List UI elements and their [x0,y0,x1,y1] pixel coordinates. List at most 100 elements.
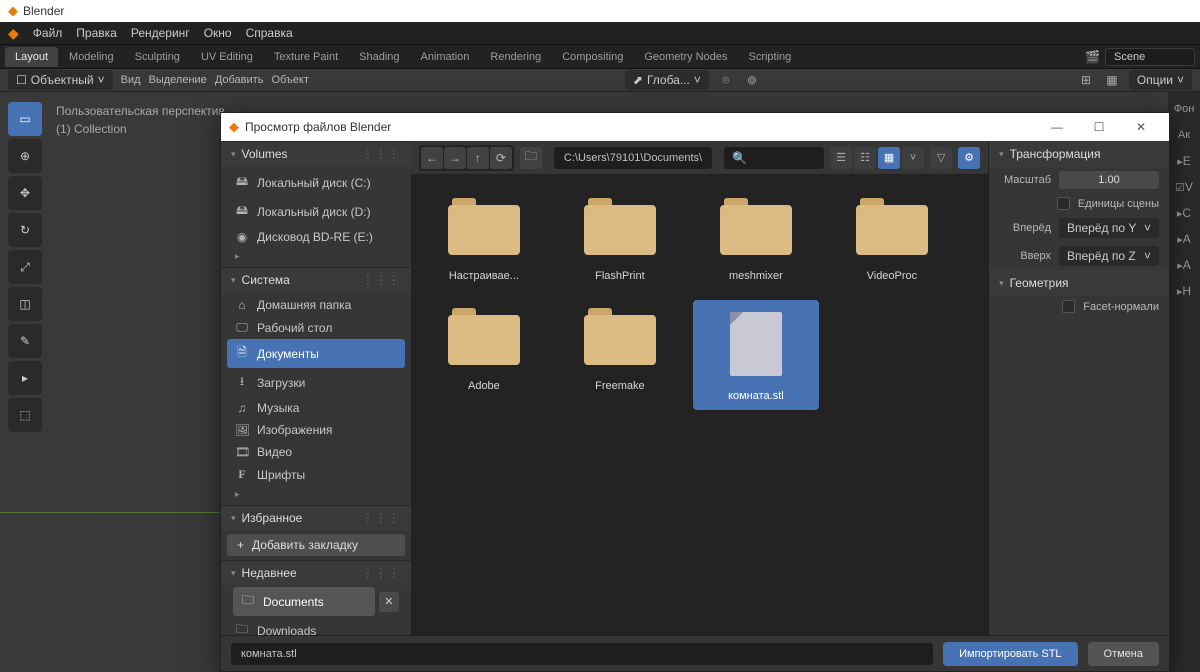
prop-tab-bg[interactable]: Фон [1173,98,1195,120]
transform-header[interactable]: Трансформация [989,141,1169,167]
system-desktop[interactable]: 🖵Рабочий стол [227,316,405,339]
cursor-tool[interactable]: ⊕ [8,139,42,173]
import-button[interactable]: Импортировать STL [943,642,1077,666]
hdr-view[interactable]: Вид [121,74,141,86]
tab-texture[interactable]: Texture Paint [264,47,348,67]
hdr-object[interactable]: Объект [271,74,308,86]
scale-tool[interactable]: ⤢ [8,250,42,284]
proportional-icon[interactable]: ⊚ [743,71,761,89]
system-downloads[interactable]: ⭳Загрузки [227,368,405,397]
tab-modeling[interactable]: Modeling [59,47,124,67]
rotate-tool[interactable]: ↻ [8,213,42,247]
file-item[interactable]: Adobe [421,300,547,410]
menu-file[interactable]: Файл [33,26,63,40]
bookmarks-header[interactable]: Избранное⋮⋮⋮ [221,505,411,530]
system-header[interactable]: Система⋮⋮⋮ [221,267,411,292]
tab-scripting[interactable]: Scripting [738,47,801,67]
measure-tool[interactable]: ▸ [8,361,42,395]
add-bookmark-button[interactable]: +Добавить закладку [227,534,405,556]
file-item[interactable]: FlashPrint [557,190,683,290]
system-expand[interactable]: ▸ [227,486,405,503]
geometry-header[interactable]: Геометрия [989,270,1169,296]
recent-documents[interactable]: 🗀Documents [233,587,375,616]
orientation-dropdown[interactable]: ⬈Глоба...˅ [625,70,709,90]
forward-dropdown[interactable]: Вперёд по Y˅ [1059,218,1159,238]
system-documents[interactable]: 🗎Документы [227,339,405,368]
nav-forward-button[interactable]: → [444,147,466,169]
filename-field[interactable]: комната.stl [231,643,933,665]
file-grid[interactable]: Настраивае...FlashPrintmeshmixerVideoPro… [411,175,988,635]
tab-rendering[interactable]: Rendering [480,47,551,67]
prop-tab-a2[interactable]: ▸ A [1173,254,1195,276]
overlay-icon[interactable]: ⊞ [1077,71,1095,89]
facet-checkbox[interactable] [1062,300,1075,313]
prop-tab-ak[interactable]: Ак [1173,124,1195,146]
hdr-select[interactable]: Выделение [149,74,207,86]
nav-newfolder-button[interactable]: 🗀 [520,147,542,169]
view-list-button[interactable]: ☰ [830,147,852,169]
nav-up-button[interactable]: ↑ [467,147,489,169]
prop-tab-a1[interactable]: ▸ A [1173,228,1195,250]
system-videos[interactable]: 🎞Видео [227,441,405,463]
view-detail-button[interactable]: ☷ [854,147,876,169]
system-home[interactable]: ⌂Домашняя папка [227,294,405,316]
nav-refresh-button[interactable]: ⟳ [490,147,512,169]
hdr-add[interactable]: Добавить [215,74,264,86]
volume-c[interactable]: 🖴Локальный диск (C:) [227,168,405,197]
nav-back-button[interactable]: ← [421,147,443,169]
prop-tab-c[interactable]: ▸ C [1173,202,1195,224]
tab-geonodes[interactable]: Geometry Nodes [634,47,737,67]
volumes-header[interactable]: Volumes⋮⋮⋮ [221,141,411,166]
recent-remove-button[interactable]: ✕ [379,592,399,612]
scale-field[interactable]: 1.00 [1059,171,1159,189]
recent-header[interactable]: Недавнее⋮⋮⋮ [221,560,411,585]
snap-icon[interactable]: ⌾ [717,71,735,89]
up-dropdown[interactable]: Вперёд по Z˅ [1059,246,1159,266]
select-tool[interactable]: ▭ [8,102,42,136]
menu-help[interactable]: Справка [246,26,293,40]
scene-units-checkbox[interactable] [1057,197,1070,210]
system-fonts[interactable]: FШрифты [227,463,405,486]
path-field[interactable]: C:\Users\79101\Documents\ [554,147,712,169]
file-item[interactable]: VideoProc [829,190,955,290]
xray-icon[interactable]: ▦ [1103,71,1121,89]
cancel-button[interactable]: Отмена [1088,642,1159,666]
view-thumb-button[interactable]: ▦ [878,147,900,169]
menu-window[interactable]: Окно [204,26,232,40]
tab-shading[interactable]: Shading [349,47,409,67]
tab-animation[interactable]: Animation [411,47,480,67]
tab-compositing[interactable]: Compositing [552,47,633,67]
tab-layout[interactable]: Layout [5,47,58,67]
minimize-button[interactable]: — [1037,115,1077,139]
menu-render[interactable]: Рендеринг [131,26,190,40]
transform-tool[interactable]: ◫ [8,287,42,321]
file-item[interactable]: meshmixer [693,190,819,290]
options-dropdown[interactable]: Опции˅ [1129,70,1192,90]
file-item[interactable]: Freemake [557,300,683,410]
mode-dropdown[interactable]: ☐Объектный˅ [8,70,113,90]
tab-uv[interactable]: UV Editing [191,47,263,67]
add-tool[interactable]: ⬚ [8,398,42,432]
search-field[interactable]: 🔍 [724,147,824,169]
move-tool[interactable]: ✥ [8,176,42,210]
settings-button[interactable]: ⚙ [958,147,980,169]
filter-button[interactable]: ▽ [930,147,952,169]
tab-sculpting[interactable]: Sculpting [125,47,190,67]
volumes-expand[interactable]: ▸ [227,248,405,265]
prop-tab-e[interactable]: ▸ E [1173,150,1195,172]
recent-downloads[interactable]: 🗀Downloads [227,616,405,635]
system-music[interactable]: ♫Музыка [227,397,405,419]
volume-e[interactable]: ◉Дисковод BD-RE (E:) [227,226,405,248]
maximize-button[interactable]: ☐ [1079,115,1119,139]
volume-d[interactable]: 🖴Локальный диск (D:) [227,197,405,226]
prop-tab-h[interactable]: ▸ H [1173,280,1195,302]
file-item[interactable]: Настраивае... [421,190,547,290]
annotate-tool[interactable]: ✎ [8,324,42,358]
view-sort-button[interactable]: ˅ [902,147,924,169]
scene-name-input[interactable] [1105,48,1195,66]
system-pictures[interactable]: 🖼Изображения [227,419,405,441]
file-item[interactable]: комната.stl [693,300,819,410]
close-button[interactable]: ✕ [1121,115,1161,139]
prop-tab-v[interactable]: ☑ V [1173,176,1195,198]
menu-edit[interactable]: Правка [76,26,117,40]
